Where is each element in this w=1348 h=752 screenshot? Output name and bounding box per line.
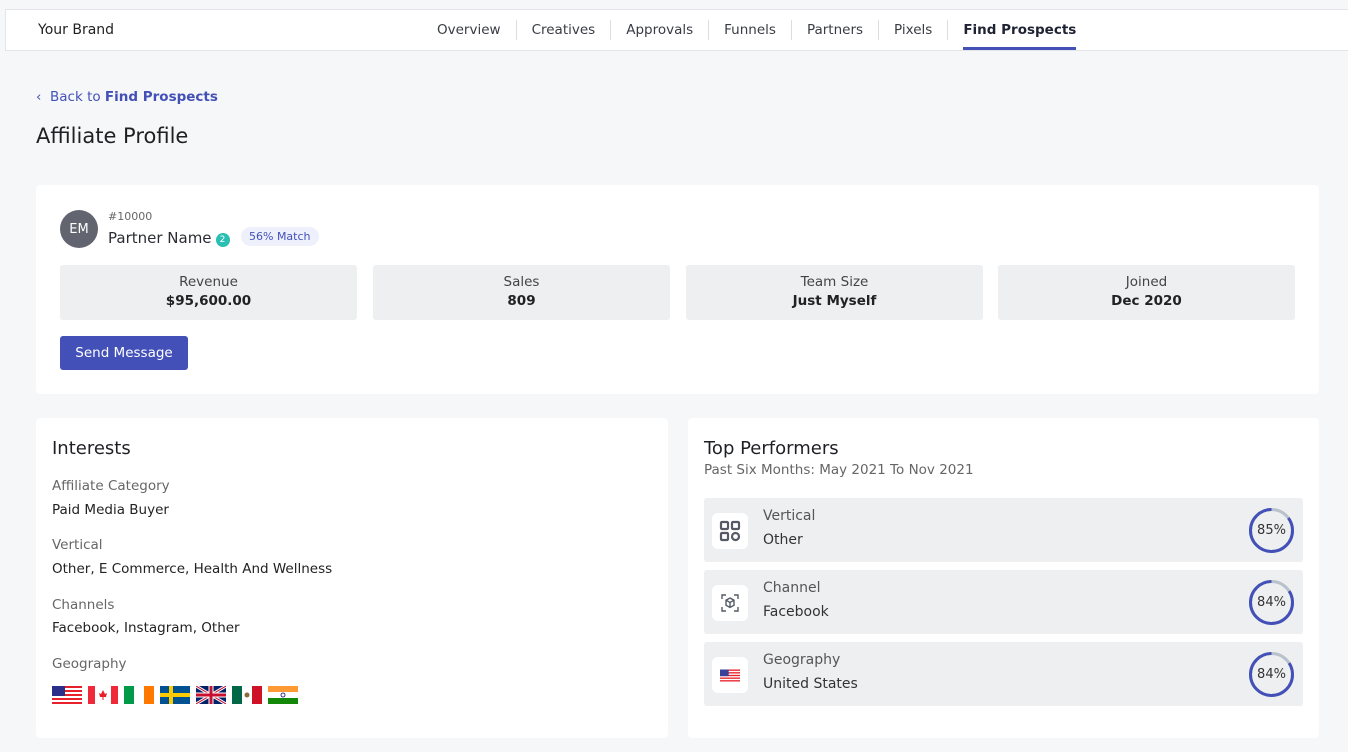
send-message-button[interactable]: Send Message — [60, 336, 188, 370]
back-target: Find Prospects — [104, 89, 218, 105]
partner-id: #10000 — [108, 210, 153, 223]
stat-joined: Joined Dec 2020 — [998, 265, 1295, 320]
stat-label: Team Size — [800, 274, 869, 290]
performer-row-vertical: Vertical Other 85% — [704, 498, 1303, 562]
stat-sales: Sales 809 — [373, 265, 670, 320]
field-label: Channels — [52, 597, 115, 613]
percent-ring: 85% — [1248, 507, 1295, 554]
profile-card: EM #10000 Partner Name 2 56% Match Revenu… — [36, 185, 1319, 394]
field-label: Vertical — [52, 537, 103, 553]
field-label: Geography — [52, 656, 127, 672]
nav-funnels[interactable]: Funnels — [709, 20, 792, 40]
nav-approvals[interactable]: Approvals — [611, 20, 710, 40]
performer-row-geography: Geography United States 84% — [704, 642, 1303, 706]
geography-flags — [52, 686, 298, 704]
verified-badge: 2 — [215, 233, 230, 247]
us-flag-icon — [712, 657, 748, 693]
top-performers-card: Top Performers Past Six Months: May 2021… — [688, 418, 1319, 738]
brand-name[interactable]: Your Brand — [38, 22, 114, 38]
avatar: EM — [60, 210, 98, 248]
stat-value: $95,600.00 — [165, 293, 252, 309]
performer-value: United States — [763, 676, 858, 692]
percent-text: 84% — [1257, 667, 1286, 682]
nav-pixels[interactable]: Pixels — [879, 20, 949, 40]
stat-revenue: Revenue $95,600.00 — [60, 265, 357, 320]
stat-value: 809 — [507, 293, 536, 309]
performer-label: Vertical — [763, 508, 816, 524]
stat-value: Just Myself — [792, 293, 877, 309]
stat-label: Revenue — [179, 274, 238, 290]
top-performers-subtitle: Past Six Months: May 2021 To Nov 2021 — [704, 462, 974, 478]
percent-text: 85% — [1257, 523, 1286, 538]
nav-partners[interactable]: Partners — [792, 20, 880, 40]
performer-value: Facebook — [763, 604, 829, 620]
ireland-flag-icon — [124, 686, 154, 704]
nav-creatives[interactable]: Creatives — [517, 20, 612, 40]
sweden-flag-icon — [160, 686, 190, 704]
page-title: Affiliate Profile — [36, 124, 189, 148]
chevron-left-icon: ‹ — [36, 89, 42, 105]
india-flag-icon — [268, 686, 298, 704]
back-link[interactable]: ‹ Back to Find Prospects — [36, 89, 218, 105]
partner-name: Partner Name 2 — [108, 229, 230, 247]
stat-value: Dec 2020 — [1111, 293, 1182, 309]
top-nav-bar: Your Brand Overview Creatives Approvals … — [5, 9, 1348, 51]
match-badge: 56% Match — [241, 227, 319, 246]
uk-flag-icon — [196, 686, 226, 704]
performer-label: Geography — [763, 652, 841, 668]
back-prefix: Back to — [50, 89, 101, 105]
stat-team-size: Team Size Just Myself — [686, 265, 983, 320]
grid-icon — [712, 513, 748, 549]
field-value: Other, E Commerce, Health And Wellness — [52, 561, 333, 577]
stat-label: Joined — [1125, 274, 1168, 290]
performer-label: Channel — [763, 580, 821, 596]
partner-name-text: Partner Name — [108, 229, 212, 247]
stat-label: Sales — [503, 274, 540, 290]
mexico-flag-icon — [232, 686, 262, 704]
canada-flag-icon — [88, 686, 118, 704]
us-flag-icon — [52, 686, 82, 704]
performer-row-channel: Channel Facebook 84% — [704, 570, 1303, 634]
interests-title: Interests — [52, 438, 131, 459]
field-value: Facebook, Instagram, Other — [52, 620, 240, 636]
nav-find-prospects[interactable]: Find Prospects — [948, 20, 1091, 50]
percent-ring: 84% — [1248, 579, 1295, 626]
top-performers-title: Top Performers — [704, 438, 839, 459]
field-label: Affiliate Category — [52, 478, 170, 494]
interests-card: Interests Affiliate Category Paid Media … — [36, 418, 668, 738]
main-nav: Overview Creatives Approvals Funnels Par… — [422, 10, 1091, 50]
field-value: Paid Media Buyer — [52, 502, 169, 518]
nav-overview[interactable]: Overview — [422, 20, 517, 40]
cube-scan-icon — [712, 585, 748, 621]
percent-text: 84% — [1257, 595, 1286, 610]
performer-value: Other — [763, 532, 803, 548]
percent-ring: 84% — [1248, 651, 1295, 698]
